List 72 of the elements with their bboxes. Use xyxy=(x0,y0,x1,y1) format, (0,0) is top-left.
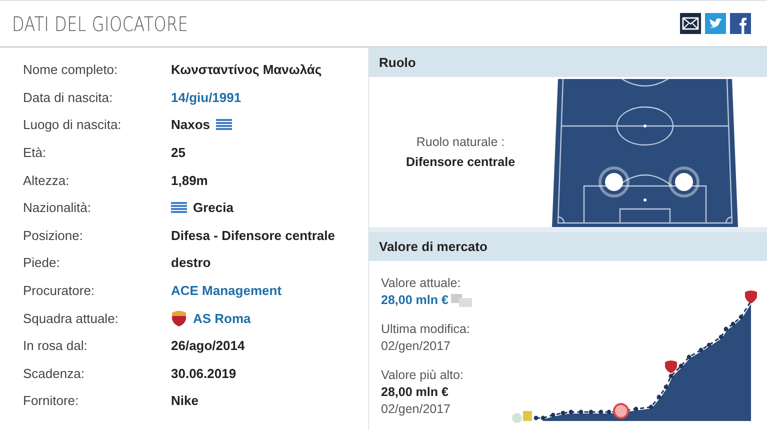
detail-value: Difesa - Difensore centrale xyxy=(171,228,336,243)
market-label: Valore attuale: xyxy=(381,275,462,292)
detail-value: Κωνσταντίνος Μανωλάς xyxy=(171,62,322,78)
crest-marker[interactable] xyxy=(745,290,757,303)
position-marker xyxy=(598,166,630,198)
data-point[interactable] xyxy=(540,416,546,420)
data-point[interactable] xyxy=(656,394,662,400)
email-icon[interactable] xyxy=(680,13,701,34)
data-point[interactable] xyxy=(534,416,538,420)
detail-label: Procuratore: xyxy=(23,283,96,298)
detail-link[interactable]: ACE Management xyxy=(171,283,282,298)
detail-label: In rosa dal: xyxy=(23,338,88,354)
data-point[interactable] xyxy=(588,410,594,414)
flag-icon xyxy=(216,119,232,130)
data-point[interactable] xyxy=(730,322,736,326)
detail-value: 25 xyxy=(171,145,186,160)
data-point[interactable] xyxy=(698,348,704,352)
club-marker[interactable] xyxy=(523,411,532,421)
detail-label: Età: xyxy=(23,145,48,160)
data-point[interactable] xyxy=(550,412,556,418)
detail-value: Grecia xyxy=(193,200,234,216)
section-header: Ruolo xyxy=(369,48,767,77)
detail-value: 1,89m xyxy=(171,172,208,188)
data-point[interactable] xyxy=(718,334,724,340)
detail-label: Data di nascita: xyxy=(23,90,114,105)
detail-value: 26/ago/2014 xyxy=(171,338,245,354)
data-point[interactable] xyxy=(738,314,744,320)
position-marker xyxy=(668,166,700,198)
club-marker[interactable] xyxy=(512,413,522,423)
detail-value: Naxos xyxy=(171,117,210,132)
detail-label: Nazionalità: xyxy=(23,200,92,216)
detail-value: Nike xyxy=(171,393,198,408)
data-point[interactable] xyxy=(668,374,674,378)
market-date: 02/gen/2017 xyxy=(381,338,452,355)
current-value: 28,00 mln € xyxy=(381,292,448,309)
market-label: Ultima modifica: xyxy=(381,321,471,338)
detail-label: Luogo di nascita: xyxy=(23,117,122,132)
detail-value: destro xyxy=(171,255,211,270)
data-point[interactable] xyxy=(634,406,638,412)
detail-link[interactable]: AS Roma xyxy=(193,310,251,326)
data-point[interactable] xyxy=(686,354,692,360)
detail-link[interactable]: 14/giu/1991 xyxy=(171,90,242,105)
data-point[interactable] xyxy=(724,326,728,332)
data-point[interactable] xyxy=(648,404,654,410)
role-caption: Ruolo naturale : xyxy=(416,135,505,149)
club-marker[interactable] xyxy=(613,403,629,419)
detail-label: Squadra attuale: xyxy=(23,310,120,326)
detail-label: Nome completo: xyxy=(23,62,119,78)
data-point[interactable] xyxy=(664,384,668,390)
detail-label: Altezza: xyxy=(23,172,70,188)
data-point[interactable] xyxy=(678,364,684,368)
market-label: Valore più alto: xyxy=(381,367,464,384)
data-point[interactable] xyxy=(568,410,574,414)
data-point[interactable] xyxy=(606,410,612,414)
section-header: Valore di mercato xyxy=(369,232,767,261)
detail-label: Fornitore: xyxy=(23,393,80,408)
crest-icon xyxy=(171,310,187,327)
detail-label: Scadenza: xyxy=(23,366,86,381)
highest-value: 28,00 mln € xyxy=(381,384,450,401)
facebook-icon[interactable] xyxy=(730,13,751,34)
detail-label: Piede: xyxy=(23,255,61,270)
flag-icon xyxy=(171,202,187,214)
detail-label: Posizione: xyxy=(23,228,84,243)
page-title: DATI DEL GIOCATORE xyxy=(12,12,188,36)
detail-value: 30.06.2019 xyxy=(171,366,236,381)
crest-marker[interactable] xyxy=(665,360,677,373)
role-value: Difensore centrale xyxy=(406,155,516,169)
data-point[interactable] xyxy=(560,410,566,416)
data-point[interactable] xyxy=(598,410,604,414)
data-point[interactable] xyxy=(706,342,712,348)
data-point[interactable] xyxy=(578,410,584,414)
market-date: 02/gen/2017 xyxy=(381,401,452,418)
